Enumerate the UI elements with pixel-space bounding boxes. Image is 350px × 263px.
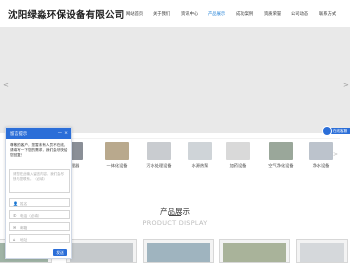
nav-item-contact[interactable]: 联系方式 <box>319 11 336 17</box>
main-nav: 网站首页 关于我们 资讯中心 产品展示 成功案例 资质荣誉 公司动态 联系方式 <box>0 11 350 19</box>
category-strip: 水处理器 一体化设备 污水处理设备 水源热泵 加药设备 空气净化设备 净水设备 … <box>48 138 340 183</box>
message-widget-title: 留言提示 <box>10 132 28 137</box>
product-card[interactable] <box>219 239 290 263</box>
title-divider <box>169 215 181 216</box>
site-header: 沈阳绿淼环保设备有限公司 网站首页 关于我们 资讯中心 产品展示 成功案例 资质… <box>0 0 350 27</box>
email-field-placeholder: 邮箱 <box>20 225 28 230</box>
banner-next-arrow[interactable]: > <box>343 81 349 89</box>
message-widget: 留言提示 — × 尊敬的客户，您暂未有人员不在线，请填写一下您的需求，我们会尽快… <box>5 127 72 259</box>
hero-banner <box>0 27 350 133</box>
message-widget-notice: 尊敬的客户，您暂未有人员不在线，请填写一下您的需求，我们会尽快给您回复！ <box>10 143 68 158</box>
address-field-placeholder: 地址 <box>20 237 28 242</box>
nav-item-honors[interactable]: 资质荣誉 <box>264 11 281 17</box>
nav-item-company-news[interactable]: 公司动态 <box>291 11 308 17</box>
message-widget-header: 留言提示 — × <box>6 128 71 139</box>
category-thumbnail <box>226 142 250 160</box>
nav-item-about[interactable]: 关于我们 <box>153 11 170 17</box>
product-image <box>300 243 344 262</box>
user-icon: 👤 <box>13 201 18 206</box>
nav-item-cases[interactable]: 成功案例 <box>236 11 253 17</box>
product-card[interactable] <box>143 239 214 263</box>
category-label: 水源热泵 <box>191 163 209 168</box>
online-service-tag[interactable]: 在线客服 <box>322 126 350 136</box>
phone-field[interactable]: ✆ 电话（必填） <box>9 210 70 219</box>
phone-icon: ✆ <box>13 213 17 218</box>
category-thumbnail <box>105 142 129 160</box>
category-item[interactable]: 水源热泵 <box>181 142 219 169</box>
product-image <box>223 243 286 262</box>
product-card[interactable] <box>66 239 137 263</box>
category-thumbnail <box>269 142 293 160</box>
product-image <box>70 243 133 262</box>
category-label: 加药设备 <box>229 163 247 168</box>
category-next-arrow[interactable]: > <box>333 151 338 158</box>
category-item[interactable]: 污水处理设备 <box>140 142 178 169</box>
home-icon: ⌂ <box>13 237 16 242</box>
service-avatar-icon <box>322 126 332 136</box>
category-label: 污水处理设备 <box>146 163 172 168</box>
message-textarea[interactable]: 请您在此输入留言内容，我们会尽快与您联系。（必填） <box>9 169 70 193</box>
name-field[interactable]: 👤 姓名 <box>9 198 70 207</box>
nav-item-news[interactable]: 资讯中心 <box>181 11 198 17</box>
category-label: 空气净化设备 <box>268 163 294 168</box>
category-label: 一体化设备 <box>106 163 128 168</box>
phone-field-placeholder: 电话（必填） <box>20 213 42 218</box>
category-item[interactable]: 加药设备 <box>219 142 257 169</box>
banner-prev-arrow[interactable]: < <box>3 81 9 89</box>
category-item[interactable]: 空气净化设备 <box>262 142 300 169</box>
category-label: 净水设备 <box>312 163 330 168</box>
category-thumbnail <box>309 142 333 160</box>
minimize-icon[interactable]: — <box>58 131 62 136</box>
address-field[interactable]: ⌂ 地址 <box>9 234 70 243</box>
nav-item-products[interactable]: 产品展示 <box>208 11 225 17</box>
category-thumbnail <box>188 142 212 160</box>
nav-item-home[interactable]: 网站首页 <box>126 11 143 17</box>
name-field-placeholder: 姓名 <box>20 201 28 206</box>
email-field[interactable]: ✉ 邮箱 <box>9 222 70 231</box>
category-item[interactable]: 一体化设备 <box>98 142 136 169</box>
close-icon[interactable]: × <box>64 131 68 136</box>
mail-icon: ✉ <box>13 225 17 230</box>
category-thumbnail <box>147 142 171 160</box>
send-button[interactable]: 发送 <box>53 249 67 256</box>
online-service-label: 在线客服 <box>330 128 350 134</box>
product-card[interactable] <box>296 239 348 263</box>
product-image <box>147 243 210 262</box>
